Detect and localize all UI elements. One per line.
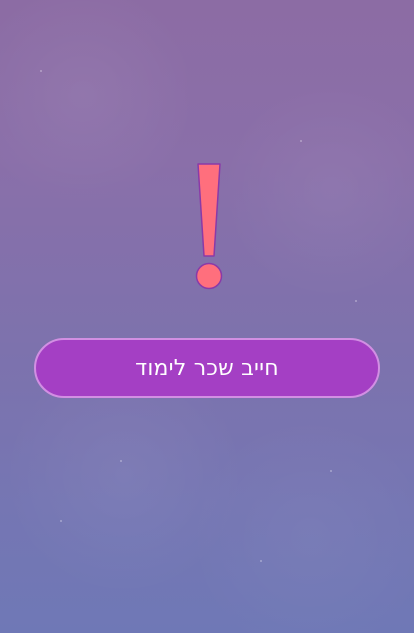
exclamation-icon — [192, 162, 226, 294]
tuition-due-button[interactable]: חייב שכר לימוד — [34, 338, 380, 398]
tuition-due-label: חייב שכר לימוד — [135, 355, 279, 381]
background-texture — [0, 0, 414, 633]
